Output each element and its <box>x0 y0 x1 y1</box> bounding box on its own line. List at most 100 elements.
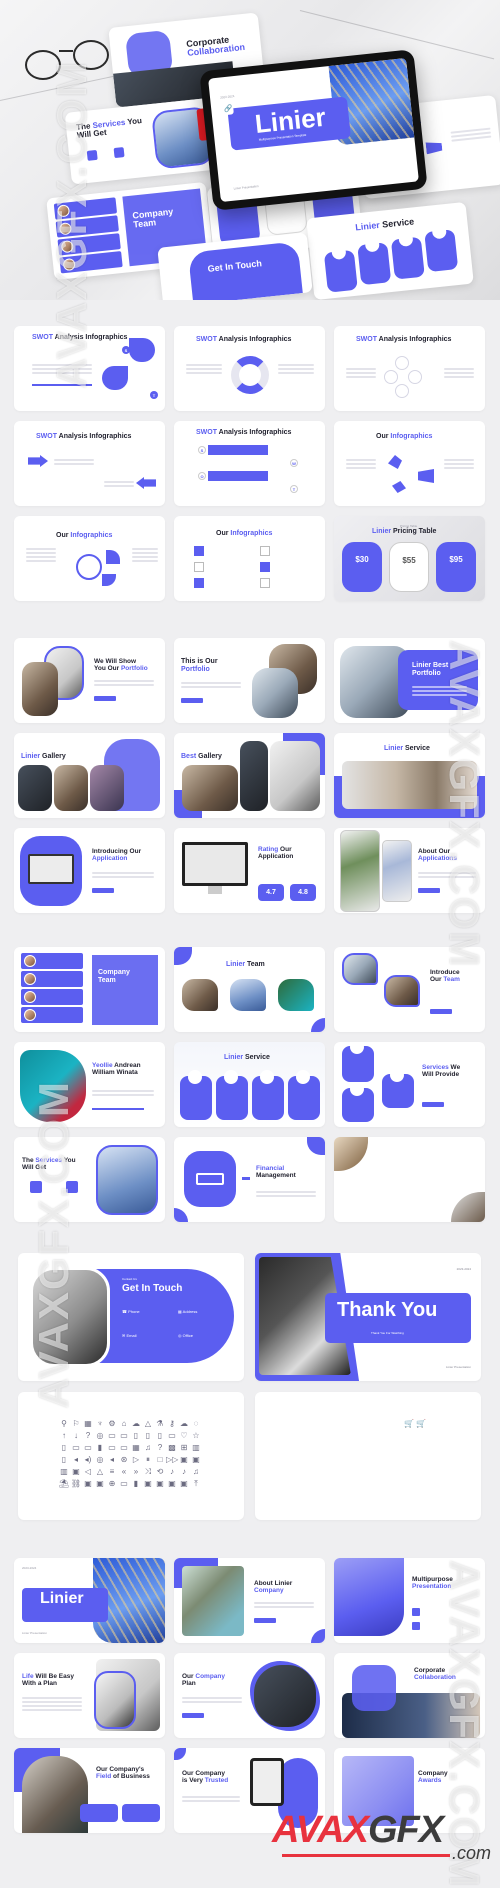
slide-icons-dark[interactable]: ◧ ▣ ▣ ▣ ⚑ </> ⟨ ▤ ▦ 🛒 🛒 ▯ ▣ ▣ ▣ ▣ ▣ ⌂ ◈ ▤ ⚑ ☁ ☁ ☁ A+ A- ⊕ ⊖ ◒ ▬ ◬ ◯ ☼ ◂ ☾ ☾… <box>255 1392 481 1520</box>
slide-our-company-plan[interactable]: Our Company Plan <box>174 1653 325 1738</box>
decoration <box>186 362 222 376</box>
slide-linier-service-cards[interactable]: Linier Service <box>174 1042 325 1127</box>
slide-swot-4[interactable]: SWOT Analysis Infographics <box>14 421 165 506</box>
slide-linier-cover[interactable]: 2023-2024 Linier Linier Presentation <box>14 1558 165 1643</box>
slide-break[interactable]: Break Slide <box>334 1137 485 1222</box>
slide-swot-1[interactable]: SWOT Analysis Infographics S T <box>14 326 165 411</box>
decoration: Yeollie Andrean <box>92 1062 141 1069</box>
slide-corporate-collaboration[interactable]: Corporate Collaboration <box>334 1653 485 1738</box>
slide-about-linier-company[interactable]: About Linier Company <box>174 1558 325 1643</box>
decoration: Contact Us Get In Touch ☎ Phone ▦ Addres… <box>18 1253 482 1520</box>
learn-more-button[interactable] <box>182 1713 204 1718</box>
icon-glyph: ◂) <box>369 1479 377 1488</box>
decoration: Infographics <box>390 433 433 440</box>
decoration: Introduce Our Team <box>430 969 460 983</box>
slide-pricing-table[interactable]: Pricing Table Linier Pricing Table $30 $… <box>334 516 485 601</box>
slide-field-of-business[interactable]: Our Company's Field of Business <box>14 1748 165 1833</box>
decoration: SWOT <box>356 336 377 343</box>
decoration: Linier Service <box>355 216 415 233</box>
icon-glyph: ▣ <box>144 1479 152 1488</box>
decoration <box>342 761 477 809</box>
slide-get-in-touch[interactable]: Contact Us Get In Touch ☎ Phone ▦ Addres… <box>18 1253 244 1381</box>
slide-our-infographics-2[interactable]: Our Infographics <box>14 516 165 601</box>
learn-more-button[interactable] <box>92 888 114 893</box>
decoration: 2023-2024 <box>22 1566 37 1570</box>
decoration <box>30 1267 110 1367</box>
slide-this-is-our-portfolio[interactable]: This is Our Portfolio <box>174 638 325 723</box>
icon-glyph: ⟨ <box>371 1419 375 1428</box>
slide-linier-service-photos[interactable]: Linier Service <box>334 733 485 818</box>
decoration: Our <box>430 976 444 984</box>
slide-introduce-team[interactable]: Introduce Our Team <box>334 947 485 1032</box>
decoration <box>346 376 376 378</box>
slide-swot-5[interactable]: SWOT Analysis Infographics S W O T <box>174 421 325 506</box>
slide-financial-management[interactable]: Financial Management <box>174 1137 325 1222</box>
slide-swot-3[interactable]: SWOT Analysis Infographics <box>334 326 485 411</box>
learn-more-button[interactable] <box>94 696 116 701</box>
decoration <box>174 1208 188 1222</box>
tablet-year: 2023-2024 <box>219 94 235 100</box>
preview-linier-service[interactable]: Linier Service <box>306 201 474 300</box>
decoration: $55 <box>402 556 416 565</box>
slide-rating-application[interactable]: Rating Our Application 4.7 4.8 <box>174 828 325 913</box>
slide-best-gallery[interactable]: Best Gallery <box>174 733 325 818</box>
icon-glyph: ▯ <box>133 1431 139 1440</box>
decoration <box>395 384 409 398</box>
decoration: You Our <box>94 665 121 673</box>
decoration <box>384 370 398 384</box>
break-title: Break Slide <box>368 1171 445 1187</box>
decoration: Linier Gallery <box>21 753 66 761</box>
service-icon <box>113 147 125 159</box>
service-title: Service <box>379 216 415 230</box>
slide-linier-best-portfolio[interactable]: Linier Best Portfolio <box>334 638 485 723</box>
slide-linier-gallery[interactable]: Linier Gallery <box>14 733 165 818</box>
slide-thank-you[interactable]: 2023-2024 Thank You Thank You For Watchi… <box>255 1253 481 1381</box>
icon-glyph: ♪ <box>170 1467 174 1476</box>
rating-app-store: 4.8 <box>290 884 316 901</box>
decoration: With a Plan <box>22 1680 57 1688</box>
slide-swot-2[interactable]: SWOT Analysis Infographics <box>174 326 325 411</box>
slide-our-infographics-1[interactable]: Our Infographics <box>334 421 485 506</box>
decoration <box>412 694 467 696</box>
decoration <box>418 876 476 878</box>
icon-glyph: ▦ <box>132 1443 140 1452</box>
decoration <box>80 1804 118 1822</box>
slide-services-you-will-get[interactable]: The Services You Will Get <box>14 1137 165 1222</box>
slide-multipurpose-presentation[interactable]: Multipurpose Presentation <box>334 1558 485 1643</box>
icon-glyph: ↓ <box>74 1431 78 1440</box>
decoration <box>182 1701 242 1703</box>
icon-glyph: ⊖ <box>333 1443 341 1452</box>
learn-more-button[interactable] <box>181 698 203 703</box>
slide-services-we-provide[interactable]: Services We Will Provide <box>334 1042 485 1127</box>
learn-more-button[interactable] <box>430 1009 452 1014</box>
icon-glyph: ◂) <box>84 1455 92 1464</box>
decoration <box>182 1800 240 1802</box>
slide-introducing-application[interactable]: Introducing Our Application <box>14 828 165 913</box>
slide-our-infographics-3[interactable]: Our Infographics <box>174 516 325 601</box>
decoration: Multipurpose <box>412 1576 453 1583</box>
contact-address: ▦ Address <box>178 1309 198 1314</box>
decoration <box>412 1622 420 1630</box>
decoration <box>260 546 270 556</box>
slide-company-team[interactable]: Company Team <box>14 947 165 1032</box>
decoration <box>240 741 268 811</box>
slide-we-will-show-portfolio[interactable]: We Will Show You Our Portfolio <box>14 638 165 723</box>
decoration <box>66 1181 78 1193</box>
decoration: Corporate Collaboration <box>186 34 246 59</box>
learn-more-button[interactable] <box>418 888 440 893</box>
slide-icons-light[interactable]: ⚲ ⚐ ▦ ♆ ⚙ ⌂ ☁ △ ⚗ ⚷ ☁ ◌ ↑ ↓? ◎ ▭ ▭ ▯ ▯ ▯ ▭ ♡ ☆ ▯ ▭ ▭ ▮ ▭ ▭ ▦ ♫? ▩ ⊞ ▥ ▯ ◂ ◂)… <box>18 1392 244 1520</box>
slide-profile-yeollie[interactable]: Yeollie Andrean William Winata <box>14 1042 165 1127</box>
icon-glyph: ◂ <box>109 1455 114 1464</box>
logo-suffix: .com <box>452 1843 492 1863</box>
slide-life-easy-plan[interactable]: Life Will Be Easy With a Plan <box>14 1653 165 1738</box>
learn-more-button[interactable] <box>254 1618 276 1623</box>
decoration <box>382 1068 414 1108</box>
slide-about-applications[interactable]: About Our Applications <box>334 828 485 913</box>
learn-more-button[interactable] <box>422 1102 444 1107</box>
icon-glyph: ☁ <box>132 1419 140 1428</box>
decoration: Linier Presentation <box>22 1631 48 1635</box>
decoration: Analysis Infographics <box>57 433 132 440</box>
icon-set-light: ⚲ ⚐ ▦ ♆ ⚙ ⌂ ☁ △ ⚗ ⚷ ☁ ◌ ↑ ↓? ◎ ▭ ▭ ▯ ▯ ▯ ▭ ♡ ☆ ▯ ▭ ▭ ▮ ▭ ▭ ▦ ♫? ▩ ⊞ ▥ ▯ ◂ ◂)… <box>58 1418 202 1490</box>
icon-glyph: ▷▷ <box>166 1455 179 1464</box>
slide-linier-team[interactable]: Linier Team <box>174 947 325 1032</box>
